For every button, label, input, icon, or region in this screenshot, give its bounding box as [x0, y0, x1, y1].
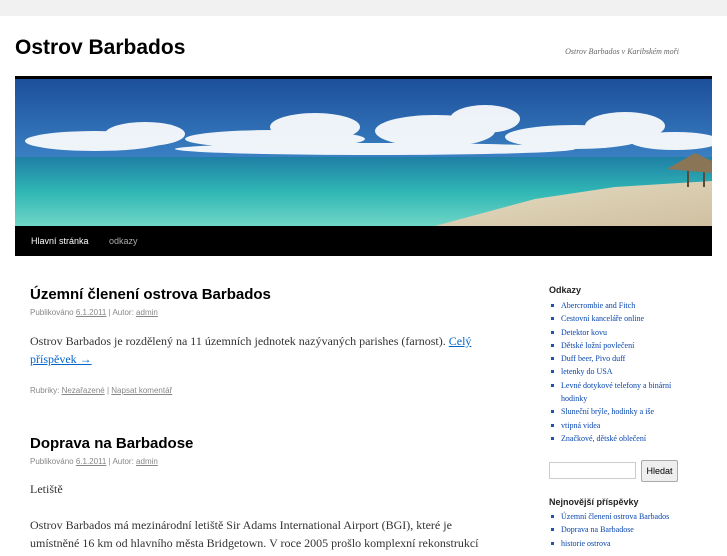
- footer-separator: |: [106, 386, 110, 395]
- nav-item-odkazy[interactable]: odkazy: [109, 236, 138, 246]
- widget-title-links: Odkazy: [549, 285, 582, 295]
- list-item[interactable]: Doprava na Barbadose: [549, 523, 699, 536]
- list-item[interactable]: Abercrombie and Fitch: [549, 299, 699, 312]
- post-meta: Publikováno 6.1.2011 | Autor: admin: [30, 308, 158, 317]
- recent-posts-list: Územní členení ostrova Barbados Doprava …: [549, 510, 699, 550]
- post-excerpt: Ostrov Barbados je rozdělený na 11 územn…: [30, 332, 502, 368]
- post-title[interactable]: Doprava na Barbadose: [30, 435, 193, 452]
- site-description: Ostrov Barbados v Karibském moři: [565, 47, 679, 56]
- search-button[interactable]: Hledat: [641, 460, 678, 482]
- list-item[interactable]: Sluneční brýle, hodinky a iše: [549, 405, 699, 418]
- meta-author-prefix: | Autor:: [108, 308, 134, 317]
- comment-link[interactable]: Napsat komentář: [111, 386, 172, 395]
- list-item[interactable]: Značkové, dětské oblečení: [549, 432, 699, 445]
- list-item[interactable]: Územní členení ostrova Barbados: [549, 510, 699, 523]
- list-item[interactable]: Levné dotykové telefony a binární hodink…: [549, 379, 699, 406]
- list-item[interactable]: Detektor kovu: [549, 326, 699, 339]
- list-item[interactable]: Dětské ložní povlečení: [549, 339, 699, 352]
- main-navigation: Hlavní stránka odkazy: [15, 226, 712, 256]
- category-link[interactable]: Nezařazené: [62, 386, 105, 395]
- beach-panorama-image: [15, 79, 712, 226]
- post-date-link[interactable]: 6.1.2011: [76, 308, 107, 317]
- header-banner-image: [15, 79, 712, 226]
- post-meta: Publikováno 6.1.2011 | Autor: admin: [30, 457, 158, 466]
- links-list: Abercrombie and Fitch Cestovní kanceláře…: [549, 299, 699, 445]
- nav-item-home[interactable]: Hlavní stránka: [31, 236, 89, 246]
- list-item[interactable]: letenky do USA: [549, 365, 699, 378]
- meta-prefix: Publikováno: [30, 457, 74, 466]
- list-item[interactable]: vtipná videa: [549, 419, 699, 432]
- page-wrapper: Ostrov Barbados Ostrov Barbados v Karibs…: [0, 16, 727, 556]
- widget-title-recent: Nejnovější příspěvky: [549, 497, 639, 507]
- post-subheading: Letiště: [30, 482, 63, 496]
- search-input[interactable]: [549, 462, 636, 479]
- meta-prefix: Publikováno: [30, 308, 74, 317]
- post-author-link[interactable]: admin: [136, 308, 158, 317]
- site-title[interactable]: Ostrov Barbados: [15, 36, 185, 60]
- post-author-link[interactable]: admin: [136, 457, 158, 466]
- list-item[interactable]: Cestovní kanceláře online: [549, 312, 699, 325]
- categories-prefix: Rubriky:: [30, 386, 60, 395]
- post-excerpt: Ostrov Barbados má mezinárodní letiště S…: [30, 518, 479, 550]
- list-item[interactable]: historie ostrova: [549, 537, 699, 550]
- post-date-link[interactable]: 6.1.2011: [76, 457, 107, 466]
- meta-author-prefix: | Autor:: [108, 457, 134, 466]
- list-item[interactable]: Duff beer, Pivo duff: [549, 352, 699, 365]
- post-title[interactable]: Územní členení ostrova Barbados: [30, 286, 271, 303]
- post-excerpt-text: Ostrov Barbados je rozdělený na 11 územn…: [30, 334, 446, 348]
- post-footer: Rubriky: Nezařazené | Napsat komentář: [30, 386, 172, 395]
